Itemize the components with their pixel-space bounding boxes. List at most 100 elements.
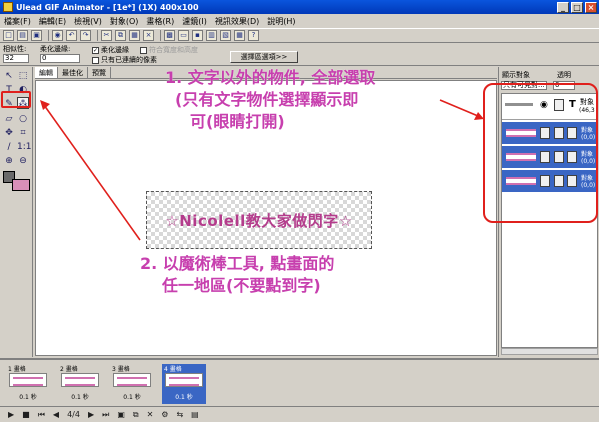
frame-label: 3 畫格 (112, 366, 130, 373)
main-toolbar: □ ▤ ▣ ◉ ↶ ↷ ✂ ⧉ ▦ × ▩ ▭ ▪ ▥ ▧ ▦ ? (0, 28, 599, 43)
menu-video-effect[interactable]: 視訊效果(D) (215, 16, 259, 27)
next-frame-icon[interactable]: ▶ (88, 410, 94, 419)
background-color-swatch[interactable] (12, 179, 30, 191)
maximize-button[interactable]: □ (571, 1, 583, 13)
new-file-icon[interactable]: □ (3, 30, 14, 41)
lasso-tool-icon[interactable]: ○ (17, 113, 29, 125)
pointer-tool-icon[interactable]: ↖ (3, 70, 15, 82)
move-tool-icon[interactable]: ✥ (3, 127, 15, 139)
frame-label: 4 畫格 (164, 366, 182, 373)
copy-icon[interactable]: ⧉ (115, 30, 126, 41)
menu-filter[interactable]: 濾鏡(I) (182, 16, 207, 27)
frame-image (61, 373, 99, 387)
frame-properties-icon[interactable]: ⚙ (161, 410, 168, 419)
opacity-label: 透明 (557, 71, 571, 79)
frame-image (165, 373, 203, 387)
frame-panel: 1 畫格 0.1 秒 2 畫格 0.1 秒 3 畫格 0.1 秒 4 畫格 0.… (0, 358, 599, 406)
paste-icon[interactable]: ▦ (129, 30, 140, 41)
menu-file[interactable]: 檔案(F) (4, 16, 31, 27)
frame-counter: 4/4 (67, 410, 80, 419)
grid-icon[interactable]: ▦ (234, 30, 245, 41)
duplicate-frame-icon[interactable]: ⧉ (133, 410, 139, 420)
annotation-step2-line2: 任一地區(不要點到字) (162, 276, 321, 295)
redo-icon[interactable]: ↷ (80, 30, 91, 41)
toolbox: ↖ ⬚ T ◐ ✎ ⁂ ▱ ○ ✥ ⌗ ∕ 1:1 ⊕ ⊖ (0, 67, 33, 357)
frame-delay: 0.1 秒 (71, 394, 89, 401)
add-object-icon[interactable]: ▪ (192, 30, 203, 41)
object-list-scrollbar[interactable] (501, 348, 598, 355)
save-icon[interactable]: ▣ (31, 30, 42, 41)
frame-delay: 0.1 秒 (19, 394, 37, 401)
zoom-out-icon[interactable]: ⊖ (17, 155, 29, 167)
frame-thumbnail-2[interactable]: 2 畫格 0.1 秒 (58, 364, 102, 404)
annotation-step1-line3: 可(眼睛打開) (190, 112, 285, 131)
window-title: Ulead GIF Animator - [1e*] (1X) 400x100 (16, 2, 199, 12)
stop-icon[interactable]: ■ (22, 410, 30, 419)
add-frame-icon[interactable]: ▣ (117, 410, 125, 419)
menu-object[interactable]: 對象(O) (110, 16, 139, 27)
add-frame-icon[interactable]: ▭ (178, 30, 189, 41)
frame-delay: 0.1 秒 (123, 394, 141, 401)
minimize-button[interactable]: _ (557, 1, 569, 13)
help-icon[interactable]: ? (248, 30, 259, 41)
delete-icon[interactable]: × (143, 30, 154, 41)
selection-options-button[interactable]: 選擇區選項>> (230, 51, 298, 63)
toolbar-divider (160, 30, 161, 41)
frame-label: 1 畫格 (8, 366, 26, 373)
frame-image (9, 373, 47, 387)
annotation-step1-line2: (只有文字物件選擇顯示即 (175, 90, 359, 109)
visible-objects-label: 顯示對象 (502, 71, 530, 79)
first-frame-icon[interactable]: ⏮ (38, 410, 45, 420)
tab-optimize[interactable]: 最佳化 (58, 67, 88, 78)
add-image-icon[interactable]: ▩ (164, 30, 175, 41)
zoom-in-icon[interactable]: ⊕ (3, 155, 15, 167)
toolbar-divider (97, 30, 98, 41)
toolbar-divider (48, 30, 49, 41)
annotation-step2-line1: 2. 以魔術棒工具, 點畫面的 (140, 254, 335, 273)
continuous-pixels-checkbox[interactable]: 只有已連續的像素 (92, 55, 157, 65)
tab-edit[interactable]: 編輯 (35, 67, 58, 78)
tolerance-label: 相似性: (3, 45, 27, 53)
menu-frame[interactable]: 畫格(R) (146, 16, 174, 27)
menu-help[interactable]: 說明(H) (267, 16, 295, 27)
image-canvas[interactable]: ☆Nicolell教大家做閃字☆ (146, 191, 372, 249)
align-icon[interactable]: ▧ (220, 30, 231, 41)
play-icon[interactable]: ▶ (8, 410, 14, 419)
open-folder-icon[interactable]: ▤ (17, 30, 28, 41)
properties-icon[interactable]: ▥ (206, 30, 217, 41)
close-button[interactable]: × (585, 1, 597, 13)
frame-image (113, 373, 151, 387)
annotation-step1-line1: 1. 文字以外的物件, 全部選取 (165, 68, 376, 87)
menu-view[interactable]: 檢視(V) (74, 16, 102, 27)
crop-tool-icon[interactable]: ⌗ (17, 127, 29, 139)
magic-wand-options: 相似性: 32 柔化邊緣: 0 ✓ 柔化邊緣 符合寬度和高度 只有已連續的像素 選… (0, 43, 599, 66)
feather-label: 柔化邊緣: (40, 45, 71, 53)
fit-size-checkbox: 符合寬度和高度 (140, 45, 198, 55)
last-frame-icon[interactable]: ⏭ (102, 410, 109, 420)
marquee-tool-icon[interactable]: ⬚ (17, 70, 29, 82)
frame-thumbnail-1[interactable]: 1 畫格 0.1 秒 (6, 364, 50, 404)
delete-frame-icon[interactable]: ✕ (147, 410, 154, 419)
tween-icon[interactable]: ⇆ (176, 410, 183, 419)
checkbox-icon (92, 56, 99, 64)
tab-preview[interactable]: 預覽 (88, 67, 111, 78)
previous-frame-icon[interactable]: ◀ (53, 410, 59, 419)
banner-text-icon[interactable]: ▤ (191, 410, 199, 419)
frame-thumbnail-4[interactable]: 4 畫格 0.1 秒 (162, 364, 206, 404)
feather-field[interactable]: 0 (40, 54, 80, 63)
menu-edit[interactable]: 編輯(E) (39, 16, 66, 27)
frame-delay: 0.1 秒 (175, 394, 193, 401)
eyedropper-tool-icon[interactable]: ∕ (3, 141, 15, 153)
tolerance-field[interactable]: 32 (3, 54, 29, 63)
cut-icon[interactable]: ✂ (101, 30, 112, 41)
actual-size-icon[interactable]: 1:1 (17, 141, 31, 153)
preview-icon[interactable]: ◉ (52, 30, 63, 41)
undo-icon[interactable]: ↶ (66, 30, 77, 41)
canvas-text: ☆Nicolell教大家做閃字☆ (165, 212, 353, 230)
eraser-tool-icon[interactable]: ▱ (3, 113, 15, 125)
antialias-checkbox[interactable]: ✓ 柔化邊緣 (92, 45, 129, 55)
tool-highlight-box (1, 91, 31, 108)
menu-bar: 檔案(F) 編輯(E) 檢視(V) 對象(O) 畫格(R) 濾鏡(I) 視訊效果… (0, 14, 599, 28)
frame-thumbnail-3[interactable]: 3 畫格 0.1 秒 (110, 364, 154, 404)
checkbox-icon (140, 46, 147, 54)
